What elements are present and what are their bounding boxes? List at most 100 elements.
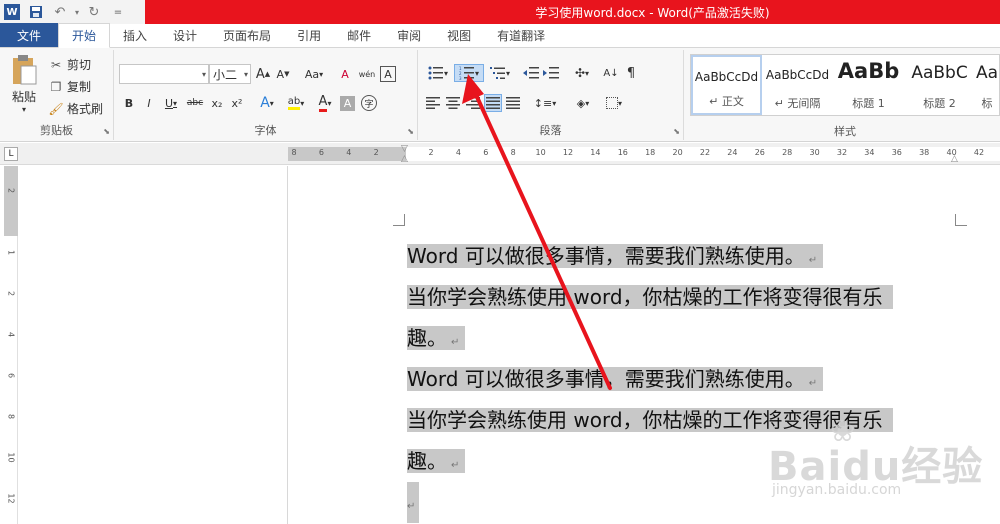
selected-text[interactable]: 当你学会熟练使用 word，你枯燥的工作将变得很有乐 <box>407 408 893 432</box>
line-text: 当你学会熟练使用 word，你枯燥的工作将变得很有乐 <box>407 408 883 432</box>
italic-icon: I <box>147 96 151 110</box>
text-effects-button[interactable]: A ▾ <box>254 94 280 112</box>
ruler-tick-label: 12 <box>562 148 574 157</box>
bullets-button[interactable]: ▾ <box>424 64 452 82</box>
style-heading-1[interactable]: AaBb 标题 1 <box>833 55 904 115</box>
horizontal-ruler[interactable]: 8 6 4 2 2 4 6 8 10 12 14 16 18 20 22 24 26 28 30 32 34 36 38 40… <box>288 144 1000 164</box>
multilevel-list-button[interactable]: ▾ <box>486 64 514 82</box>
line-text: Word 可以做很多事情，需要我们熟练使用。 <box>407 244 805 268</box>
phonetic-guide-button[interactable]: wén <box>356 65 378 83</box>
styles-group-label: 样式 <box>834 125 856 138</box>
font-name-combobox[interactable]: ▾ <box>119 64 209 84</box>
align-right-button[interactable] <box>464 94 482 112</box>
increase-indent-icon <box>543 67 559 79</box>
superscript-button[interactable]: x² <box>228 94 246 112</box>
tab-insert[interactable]: 插入 <box>110 23 160 47</box>
document-line[interactable]: 当你学会熟练使用 word，你枯燥的工作将变得很有乐 <box>407 277 955 318</box>
paste-button[interactable]: 粘贴 ▾ <box>6 54 42 116</box>
tab-design[interactable]: 设计 <box>160 23 210 47</box>
borders-button[interactable]: ▾ <box>600 94 628 112</box>
shrink-font-button[interactable]: A ▼ <box>274 65 292 83</box>
copy-button[interactable]: ❐ 复制 <box>48 78 91 95</box>
align-left-button[interactable] <box>424 94 442 112</box>
grow-font-button[interactable]: A ▲ <box>254 65 272 83</box>
strikethrough-icon: abc <box>186 98 204 108</box>
selected-text[interactable]: 当你学会熟练使用 word，你枯燥的工作将变得很有乐 <box>407 285 893 309</box>
font-size-combobox[interactable]: 小二 ▾ <box>209 64 251 84</box>
style-normal[interactable]: AaBbCcDd ↵ 正文 <box>691 55 762 115</box>
document-line[interactable]: 当你学会熟练使用 word，你枯燥的工作将变得很有乐 <box>407 400 955 441</box>
change-case-button[interactable]: Aa ▾ <box>300 65 328 83</box>
tab-file[interactable]: 文件 <box>0 23 58 47</box>
italic-button[interactable]: I <box>140 94 158 112</box>
numbering-button[interactable]: 123 ▾ <box>454 64 484 82</box>
clipboard-group: 粘贴 ▾ ✂ 剪切 ❐ 复制 🖌 格式刷 剪贴板 ⬊ <box>0 50 114 140</box>
document-page[interactable]: Word 可以做很多事情，需要我们熟练使用。 ↵ 当你学会熟练使用 word，你枯… <box>289 166 1000 524</box>
style-no-spacing[interactable]: AaBbCcDd ↵ 无间隔 <box>762 55 833 115</box>
ruler-tick-label: 18 <box>645 148 656 157</box>
tab-page-layout[interactable]: 页面布局 <box>210 23 284 47</box>
show-marks-button[interactable]: ¶ <box>622 64 640 82</box>
selected-empty-paragraph[interactable]: ↵ <box>407 482 419 523</box>
document-line[interactable]: Word 可以做很多事情，需要我们熟练使用。 ↵ <box>407 359 955 400</box>
distributed-button[interactable] <box>504 94 522 112</box>
style-heading-2[interactable]: AaBbC 标题 2 <box>904 55 975 115</box>
tab-review[interactable]: 审阅 <box>384 23 434 47</box>
line-spacing-button[interactable]: ↕≡ ▾ <box>530 94 560 112</box>
enclose-characters-button[interactable]: 字 <box>361 95 377 111</box>
undo-dropdown-icon[interactable]: ▾ <box>72 0 82 24</box>
tab-mailings[interactable]: 邮件 <box>334 23 384 47</box>
document-line[interactable]: Word 可以做很多事情，需要我们熟练使用。 ↵ <box>407 236 955 277</box>
shading-button[interactable]: ◈ ▾ <box>568 94 598 112</box>
format-painter-button[interactable]: 🖌 格式刷 <box>48 100 103 117</box>
character-border-button[interactable]: A <box>380 66 396 82</box>
style-preview: AaBbC <box>911 63 968 83</box>
selected-text[interactable]: Word 可以做很多事情，需要我们熟练使用。 ↵ <box>407 244 824 268</box>
clear-formatting-button[interactable]: A <box>336 65 354 83</box>
document-body[interactable]: Word 可以做很多事情，需要我们熟练使用。 ↵ 当你学会熟练使用 word，你枯… <box>407 236 955 523</box>
tab-home[interactable]: 开始 <box>58 23 111 48</box>
right-indent-icon[interactable]: △ <box>951 154 958 164</box>
font-color-button[interactable]: A ▾ <box>312 94 338 112</box>
vertical-ruler[interactable]: 212468101214 <box>4 166 18 524</box>
character-shading-button[interactable]: A <box>340 95 355 111</box>
decrease-indent-button[interactable] <box>522 64 540 82</box>
style-title[interactable]: Aa 标 <box>975 55 999 115</box>
underline-button[interactable]: U ▾ <box>160 94 182 112</box>
undo-icon[interactable]: ↶ <box>48 0 72 24</box>
tab-selector-icon[interactable]: L <box>4 147 18 161</box>
selected-text[interactable]: Word 可以做很多事情，需要我们熟练使用。 ↵ <box>407 367 824 391</box>
strikethrough-button[interactable]: abc <box>184 94 206 112</box>
format-painter-label: 格式刷 <box>67 102 104 116</box>
phonetic-guide-icon: wén <box>358 69 376 79</box>
paragraph-launcher-icon[interactable]: ⬊ <box>673 127 680 136</box>
ruler-tick-label: 4 <box>455 148 461 157</box>
tab-view[interactable]: 视图 <box>434 23 484 47</box>
customize-qat-icon[interactable]: = <box>106 0 130 24</box>
selected-text[interactable]: 趣。 ↵ <box>407 326 466 350</box>
ruler-tick-label: 6 <box>318 148 324 157</box>
style-preview: AaBb <box>837 59 900 83</box>
document-line[interactable]: ↵ <box>407 482 955 523</box>
justify-button[interactable] <box>484 94 502 112</box>
bold-button[interactable]: B <box>120 94 138 112</box>
highlight-button[interactable]: ab ▾ <box>282 94 310 112</box>
cut-button[interactable]: ✂ 剪切 <box>48 56 91 73</box>
increase-indent-button[interactable] <box>542 64 560 82</box>
first-line-indent-icon[interactable]: ▽ <box>401 144 408 154</box>
document-line[interactable]: 趣。 ↵ <box>407 318 955 359</box>
font-launcher-icon[interactable]: ⬊ <box>407 127 414 136</box>
asian-layout-button[interactable]: ✣ ▾ <box>568 64 596 82</box>
align-center-button[interactable] <box>444 94 462 112</box>
tab-youdao[interactable]: 有道翻译 <box>484 23 558 47</box>
subscript-button[interactable]: x₂ <box>208 94 226 112</box>
redo-icon[interactable]: ↻ <box>82 0 106 24</box>
hanging-indent-icon[interactable]: △ <box>401 154 408 164</box>
clipboard-launcher-icon[interactable]: ⬊ <box>103 127 110 136</box>
selected-text[interactable]: 趣。 ↵ <box>407 449 466 473</box>
document-line[interactable]: 趣。 ↵ <box>407 441 955 482</box>
highlighter-icon: ab <box>287 96 301 110</box>
tab-references[interactable]: 引用 <box>284 23 334 47</box>
save-icon[interactable] <box>24 0 48 24</box>
sort-button[interactable]: A↓ <box>602 64 620 82</box>
